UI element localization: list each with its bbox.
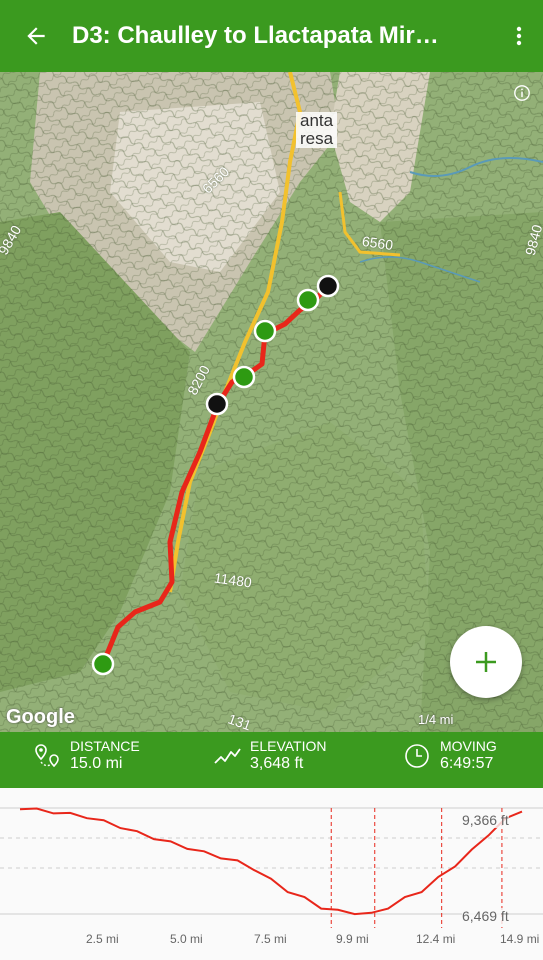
elevation-label: ELEVATION	[250, 738, 327, 754]
info-icon[interactable]	[513, 84, 531, 102]
waypoint-start	[91, 652, 115, 676]
google-attribution: Google	[6, 706, 75, 728]
page-title: D3: Chaulley to Llactapata Mir…	[72, 22, 439, 49]
x-tick-label: 2.5 mi	[86, 932, 119, 946]
elevation-value: 3,648 ft	[250, 755, 304, 772]
waypoint-green	[232, 365, 256, 389]
distance-value: 15.0 mi	[70, 755, 123, 772]
elevation-profile[interactable]: 9,366 ft 6,469 ft 2.5 mi 5.0 mi 7.5 mi 9…	[0, 788, 543, 960]
waypoint-green	[253, 319, 277, 343]
moving-label: MOVING	[440, 738, 497, 754]
arrow-left-icon	[27, 27, 45, 45]
back-button[interactable]	[0, 0, 72, 72]
terrain-map	[0, 72, 543, 732]
distance-stat: DISTANCE 15.0 mi	[30, 738, 140, 774]
clock-icon	[400, 739, 434, 773]
map-view[interactable]: anta resa 6560 6560 8200 11480 9840 131 …	[0, 72, 543, 732]
x-tick-label: 14.9 mi	[500, 932, 540, 946]
x-tick-label: 9.9 mi	[336, 932, 369, 946]
map-scale: 1/4 mi	[418, 712, 454, 727]
waypoint-end	[316, 274, 340, 298]
moving-value: 6:49:57	[440, 755, 494, 772]
min-elevation-label: 6,469 ft	[462, 908, 509, 924]
x-tick-label: 12.4 mi	[416, 932, 456, 946]
add-button[interactable]	[450, 626, 522, 698]
app-bar: D3: Chaulley to Llactapata Mir…	[0, 0, 543, 72]
moving-stat: MOVING 6:49:57	[400, 738, 497, 774]
elevation-line	[19, 807, 523, 916]
town-label: anta resa	[296, 112, 338, 148]
stats-bar: DISTANCE 15.0 mi ELEVATION 3,648 ft MOVI…	[0, 732, 543, 788]
distance-label: DISTANCE	[70, 738, 140, 754]
more-vert-icon	[516, 26, 522, 46]
max-elevation-label: 9,366 ft	[462, 812, 509, 828]
waypoint-green	[296, 288, 320, 312]
route-pin-icon	[30, 739, 64, 773]
x-tick-label: 7.5 mi	[254, 932, 287, 946]
x-tick-label: 5.0 mi	[170, 932, 203, 946]
waypoint-black	[205, 392, 229, 416]
elevation-trend-icon	[210, 739, 244, 773]
overflow-menu-button[interactable]	[495, 0, 543, 72]
elevation-stat: ELEVATION 3,648 ft	[210, 738, 327, 774]
plus-icon	[476, 652, 496, 672]
